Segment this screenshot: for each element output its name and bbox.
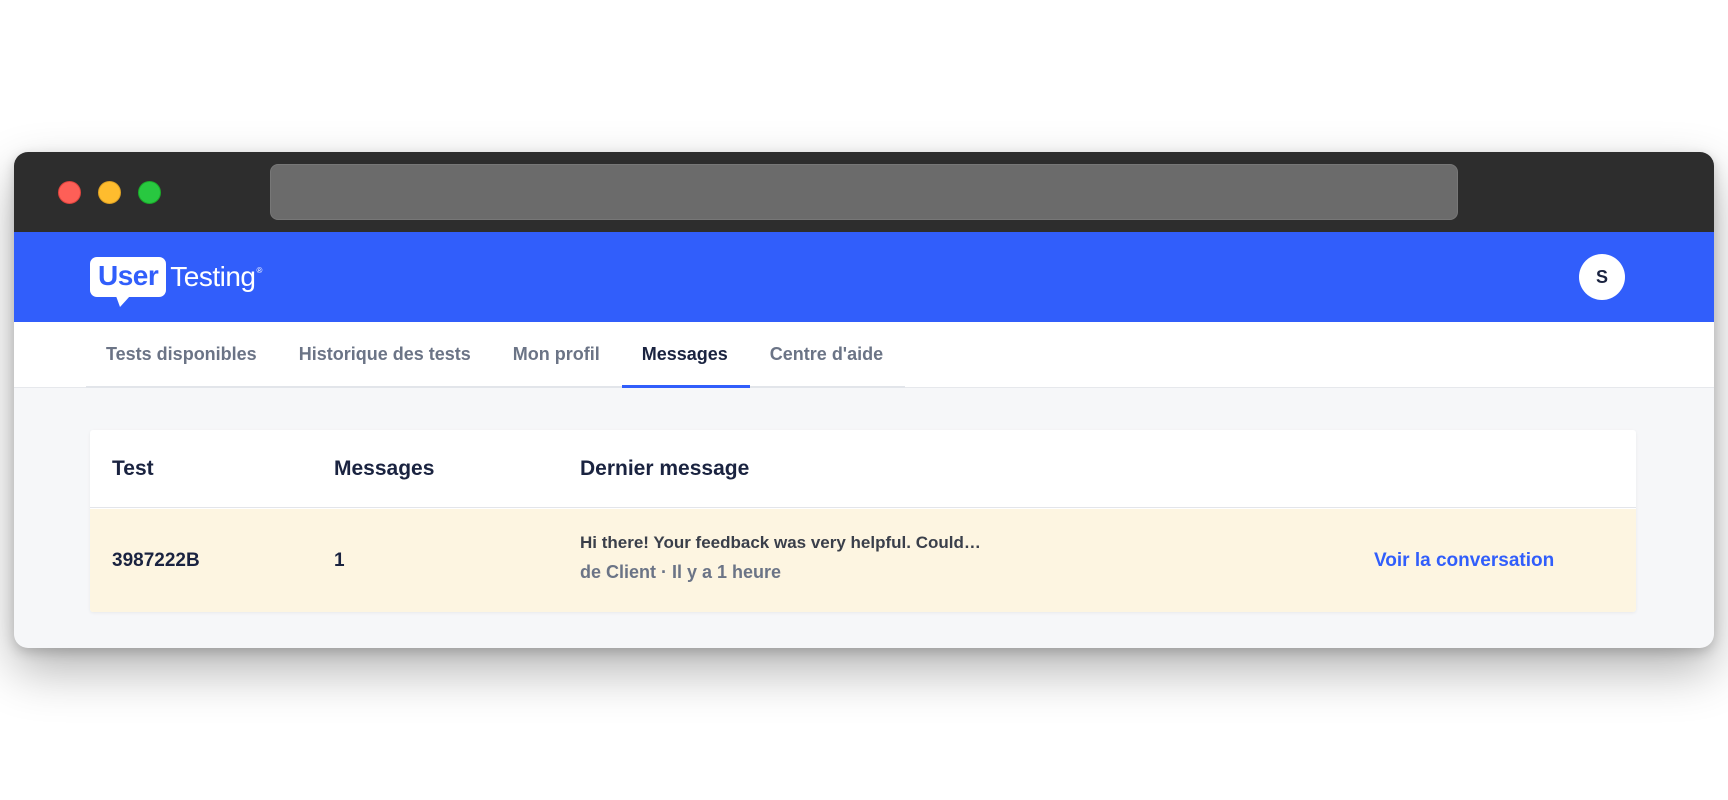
- tab-centre-d-aide[interactable]: Centre d'aide: [750, 322, 905, 386]
- tab-tests-disponibles[interactable]: Tests disponibles: [86, 322, 279, 386]
- nav-tabs: Tests disponibles Historique des tests M…: [86, 322, 906, 388]
- tab-mon-profil[interactable]: Mon profil: [493, 322, 622, 386]
- messages-table: Test Messages Dernier message 3987222B 1…: [90, 430, 1636, 612]
- table-row[interactable]: 3987222B 1 Hi there! Your feedback was v…: [90, 509, 1636, 612]
- browser-window: User Testing ® S Tests disponibles Histo…: [14, 152, 1714, 648]
- main-navigation: Tests disponibles Historique des tests M…: [14, 322, 1714, 388]
- address-bar[interactable]: [270, 164, 1458, 220]
- avatar-initial: S: [1595, 266, 1608, 287]
- tab-historique-des-tests[interactable]: Historique des tests: [279, 322, 493, 386]
- close-window-button[interactable]: [58, 181, 81, 204]
- view-conversation-link[interactable]: Voir la conversation: [1374, 509, 1554, 612]
- logo-user-badge: User: [90, 257, 167, 307]
- maximize-window-button[interactable]: [138, 181, 161, 204]
- usertesting-logo[interactable]: User Testing ®: [90, 253, 263, 307]
- column-header-messages: Messages: [334, 457, 435, 480]
- test-id-cell: 3987222B: [112, 549, 200, 571]
- last-message-meta: de Client · Il y a 1 heure: [580, 562, 782, 582]
- tab-messages[interactable]: Messages: [621, 322, 750, 388]
- message-count-cell: 1: [334, 549, 345, 571]
- browser-titlebar: [14, 152, 1714, 232]
- minimize-window-button[interactable]: [98, 181, 121, 204]
- logo-wordmark: Testing: [170, 261, 256, 292]
- registered-mark: ®: [256, 265, 263, 275]
- app-header: User Testing ® S: [14, 232, 1714, 322]
- column-header-last-message: Dernier message: [580, 457, 750, 480]
- last-message-preview: Hi there! Your feedback was very helpful…: [580, 533, 981, 552]
- column-header-test: Test: [112, 457, 154, 480]
- table-header: Test Messages Dernier message: [90, 430, 1636, 508]
- user-avatar-button[interactable]: S: [1579, 254, 1625, 300]
